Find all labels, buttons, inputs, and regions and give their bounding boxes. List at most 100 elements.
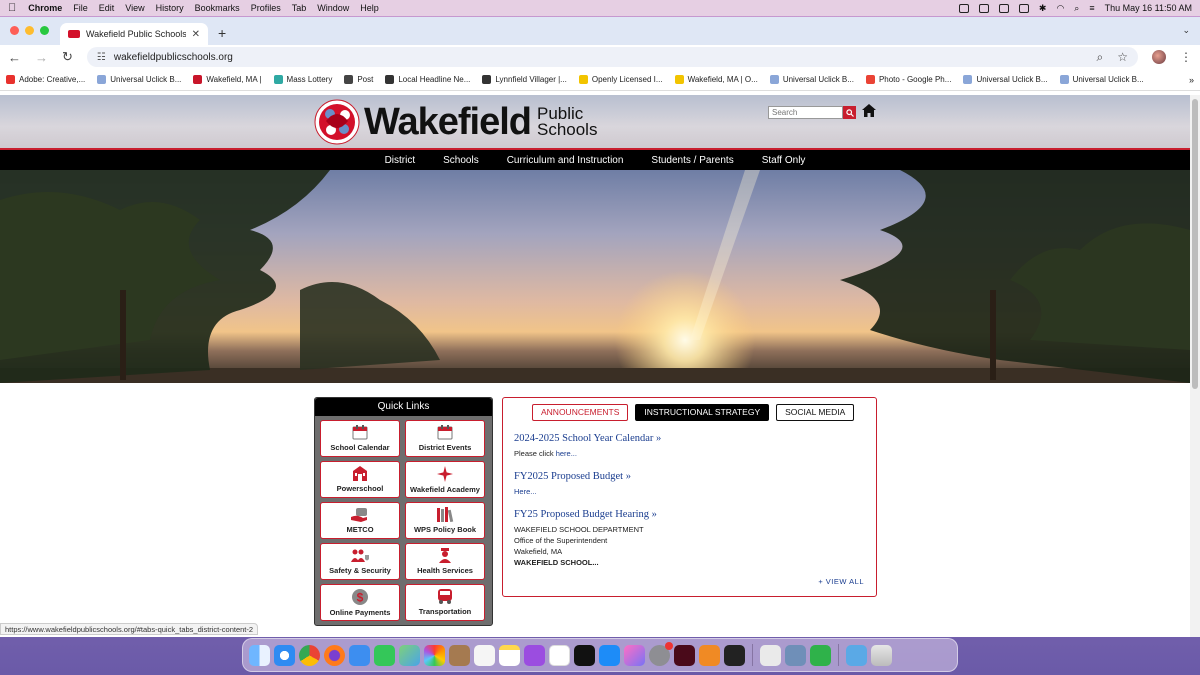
announcement-read-link[interactable]: Here... [514, 487, 537, 496]
bookmark-item[interactable]: Wakefield, MA | [193, 75, 262, 84]
bookmark-item[interactable]: Local Headline Ne... [385, 75, 470, 84]
site-logo[interactable]: Wakefield Public Schools [314, 99, 597, 145]
podcasts-icon[interactable] [524, 644, 545, 666]
nav-staff-only[interactable]: Staff Only [762, 155, 806, 166]
bookmark-item[interactable]: Wakefield, MA | O... [674, 75, 758, 84]
tab-announcements[interactable]: ANNOUNCEMENTS [532, 404, 629, 421]
indesign-icon[interactable] [674, 644, 695, 666]
maps-icon[interactable] [399, 644, 420, 666]
bookmark-item[interactable]: Universal Uclick B... [97, 75, 181, 84]
reminders-icon[interactable] [474, 644, 495, 666]
bookmark-item[interactable]: Adobe: Creative,... [6, 75, 85, 84]
site-search-input[interactable] [768, 106, 843, 119]
bookmark-star-icon[interactable]: ☆ [1117, 50, 1128, 65]
home-icon[interactable] [862, 104, 876, 120]
menu-bookmarks[interactable]: Bookmarks [195, 3, 240, 13]
zoom-icon[interactable]: ⌕ [1097, 50, 1104, 65]
zoom-window-button[interactable] [40, 26, 49, 35]
view-all-link[interactable]: + VIEW ALL [818, 577, 864, 586]
announcement-title-link[interactable]: 2024-2025 School Year Calendar » [514, 433, 876, 444]
status-icon-3[interactable] [998, 3, 1009, 13]
quick-link-district-events[interactable]: District Events [405, 420, 485, 457]
quick-link-school-calendar[interactable]: School Calendar [320, 420, 400, 457]
profile-avatar[interactable] [1152, 50, 1166, 64]
bookmark-item[interactable]: Universal Uclick B... [1059, 75, 1144, 84]
nav-district[interactable]: District [385, 155, 416, 166]
photos-icon[interactable] [424, 644, 445, 666]
bookmark-item[interactable]: Mass Lottery [273, 75, 332, 84]
address-bar[interactable]: ☷ wakefieldpublicschools.org ⌕ ☆ [86, 47, 1138, 67]
quick-link-wakefield-academy[interactable]: Wakefield Academy [405, 461, 485, 498]
chrome-icon[interactable] [299, 644, 320, 666]
forward-arrow-icon[interactable]: → [35, 50, 48, 65]
bookmark-item[interactable]: Universal Uclick B... [769, 75, 854, 84]
nav-students-parents[interactable]: Students / Parents [651, 155, 733, 166]
apple-icon[interactable]:  [8, 2, 16, 14]
notes-icon[interactable] [499, 644, 520, 666]
launchpad-icon[interactable] [624, 644, 645, 666]
announcement-read-link[interactable]: here... [556, 449, 577, 458]
preview-icon[interactable] [785, 644, 806, 666]
contacts-icon[interactable] [449, 644, 470, 666]
close-tab-icon[interactable]: ✕ [192, 29, 200, 40]
safari-icon[interactable] [274, 644, 295, 666]
menu-window[interactable]: Window [317, 3, 349, 13]
app-icon-dark[interactable] [574, 644, 595, 666]
quick-link-safety-security[interactable]: Safety & Security [320, 543, 400, 580]
close-window-button[interactable] [10, 26, 19, 35]
quick-link-online-payments[interactable]: $ Online Payments [320, 584, 400, 621]
tab-social-media[interactable]: SOCIAL MEDIA [776, 404, 855, 421]
bookmark-item[interactable]: Openly Licensed I... [578, 75, 663, 84]
site-info-icon[interactable]: ☷ [97, 52, 106, 63]
menu-edit[interactable]: Edit [99, 3, 115, 13]
control-center-icon[interactable]: ≡ [1089, 3, 1094, 13]
bluetooth-icon[interactable]: ✱ [1039, 3, 1047, 14]
nav-schools[interactable]: Schools [443, 155, 479, 166]
wifi-icon[interactable]: ◠ [1056, 3, 1064, 14]
announcement-title-link[interactable]: FY2025 Proposed Budget » [514, 471, 876, 482]
mail-icon[interactable] [349, 644, 370, 666]
quick-link-transportation[interactable]: Transportation [405, 584, 485, 621]
system-settings-icon[interactable] [649, 641, 673, 666]
spotlight-search-icon[interactable]: ⌕ [1074, 3, 1079, 14]
finder-icon[interactable] [249, 644, 270, 666]
reload-icon[interactable]: ↻ [62, 49, 73, 65]
chrome-menu-icon[interactable]: ⋮ [1180, 50, 1192, 64]
bookmarks-overflow-icon[interactable]: » [1189, 75, 1194, 85]
news-icon[interactable] [549, 644, 570, 666]
clock[interactable]: Thu May 16 11:50 AM [1105, 3, 1192, 13]
quick-link-metco[interactable]: METCO [320, 502, 400, 539]
terminal-icon[interactable] [724, 644, 745, 666]
announcement-title-link[interactable]: FY25 Proposed Budget Hearing » [514, 509, 876, 520]
new-tab-button[interactable]: + [218, 25, 226, 41]
back-arrow-icon[interactable]: ← [8, 50, 21, 65]
status-icon-2[interactable] [978, 3, 989, 13]
url-text[interactable]: wakefieldpublicschools.org [114, 52, 233, 63]
numbers-icon[interactable] [810, 644, 831, 666]
bookmark-item[interactable]: Post [344, 75, 373, 84]
bookmark-item[interactable]: Photo - Google Ph... [865, 75, 951, 84]
bookmark-item[interactable]: Lynnfield Villager |... [482, 75, 567, 84]
nav-curriculum-instruction[interactable]: Curriculum and Instruction [507, 155, 624, 166]
menu-view[interactable]: View [125, 3, 144, 13]
downloads-folder-icon[interactable] [846, 644, 867, 666]
status-icon-4[interactable] [1018, 3, 1029, 13]
menu-file[interactable]: File [73, 3, 88, 13]
trash-icon[interactable] [871, 644, 892, 666]
bookmark-item[interactable]: Universal Uclick B... [963, 75, 1048, 84]
menu-tab[interactable]: Tab [292, 3, 307, 13]
quick-link-wps-policy-book[interactable]: WPS Policy Book [405, 502, 485, 539]
pages-icon[interactable] [699, 644, 720, 666]
scrollbar-thumb[interactable] [1192, 99, 1198, 389]
app-store-icon[interactable] [599, 644, 620, 666]
menu-history[interactable]: History [156, 3, 184, 13]
tab-search-chevron-icon[interactable]: ⌄ [1182, 25, 1190, 36]
firefox-icon[interactable] [324, 644, 345, 666]
search-button[interactable] [843, 106, 856, 119]
tab-instructional-strategy[interactable]: INSTRUCTIONAL STRATEGY [635, 404, 770, 421]
quick-link-health-services[interactable]: Health Services [405, 543, 485, 580]
textedit-icon[interactable] [760, 644, 781, 666]
status-icon-1[interactable] [958, 3, 969, 13]
browser-tab-active[interactable]: Wakefield Public Schools | ✕ [60, 23, 208, 45]
menu-profiles[interactable]: Profiles [251, 3, 281, 13]
